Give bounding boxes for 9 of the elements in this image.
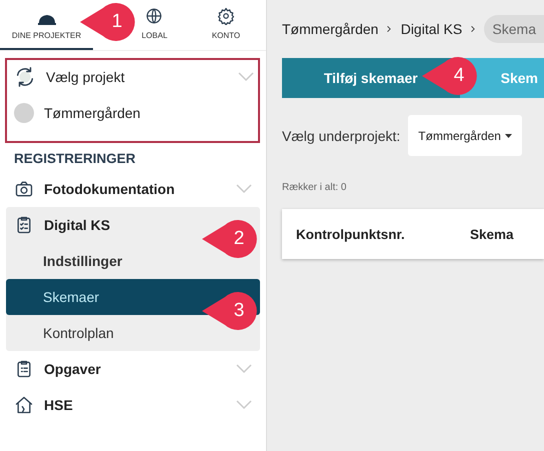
callout-tooltip: 2 [200,219,258,259]
callout-tooltip: 3 [200,291,258,331]
section-heading: REGISTRERINGER [14,150,137,168]
subproject-label: Vælg underprojekt: [282,128,400,144]
callout-tooltip: 4 [420,56,478,96]
column-header: Skema [470,226,515,242]
row-count: Rækker i alt: 0 [282,182,348,193]
column-header: Kontrolpunktsnr. [296,226,406,242]
project-name: Tømmergården [44,105,142,121]
